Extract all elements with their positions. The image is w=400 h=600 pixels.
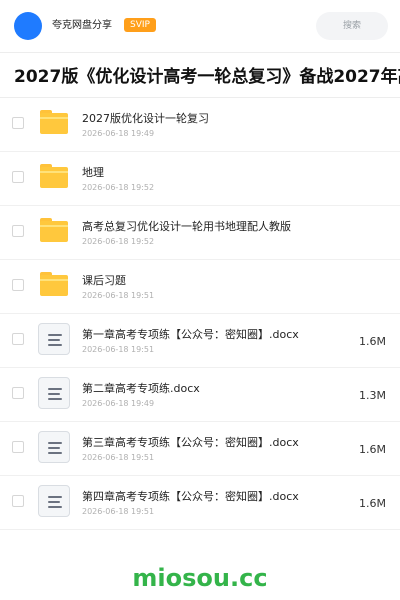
file-date: 2026-06-18 19:52 xyxy=(82,237,155,246)
file-row[interactable]: 第三章高考专项练【公众号：密知圈】.docx 2026-06-18 19:51 1.… xyxy=(0,422,400,476)
folder-row[interactable]: 地理 2026-06-18 19:52 xyxy=(0,152,400,206)
file-size: 1.6M xyxy=(359,335,386,348)
file-name: 第一章高考专项练【公众号：密知圈】.docx xyxy=(82,328,299,341)
file-name: 第四章高考专项练【公众号：密知圈】.docx xyxy=(82,490,299,503)
file-size: 1.6M xyxy=(359,443,386,456)
folder-icon xyxy=(40,218,68,242)
file-name: 地理 xyxy=(82,166,104,179)
select-checkbox[interactable] xyxy=(12,495,24,507)
file-size: 1.6M xyxy=(359,497,386,510)
file-date: 2026-06-18 19:51 xyxy=(82,345,155,354)
select-checkbox[interactable] xyxy=(12,279,24,291)
folder-icon xyxy=(40,164,68,188)
file-row[interactable]: 第二章高考专项练.docx 2026-06-18 19:49 1.3M xyxy=(0,368,400,422)
file-size: 1.3M xyxy=(359,389,386,402)
file-date: 2026-06-18 19:51 xyxy=(82,453,155,462)
file-name: 高考总复习优化设计一轮用书地理配人教版 xyxy=(82,220,291,233)
search-input[interactable]: 搜索 xyxy=(316,12,388,40)
top-bar: 夸克网盘分享 SVIP 搜索 xyxy=(0,0,400,52)
document-icon xyxy=(38,431,70,463)
select-checkbox[interactable] xyxy=(12,225,24,237)
search-placeholder: 搜索 xyxy=(342,21,361,31)
folder-icon xyxy=(40,272,68,296)
file-name: 第二章高考专项练.docx xyxy=(82,382,200,395)
file-date: 2026-06-18 19:49 xyxy=(82,129,155,138)
file-date: 2026-06-18 19:49 xyxy=(82,399,155,408)
avatar[interactable] xyxy=(14,12,42,40)
folder-row[interactable]: 高考总复习优化设计一轮用书地理配人教版 2026-06-18 19:52 xyxy=(0,206,400,260)
file-date: 2026-06-18 19:51 xyxy=(82,507,155,516)
page-title: 2027版《优化设计高考一轮总复习》备战2027年高考九科 xyxy=(14,67,400,87)
select-checkbox[interactable] xyxy=(12,171,24,183)
document-icon xyxy=(38,485,70,517)
select-checkbox[interactable] xyxy=(12,117,24,129)
folder-row[interactable]: 课后习题 2026-06-18 19:51 xyxy=(0,260,400,314)
select-checkbox[interactable] xyxy=(12,441,24,453)
document-icon xyxy=(38,323,70,355)
file-date: 2026-06-18 19:51 xyxy=(82,291,155,300)
svip-badge: SVIP xyxy=(124,18,156,32)
folder-icon xyxy=(40,110,68,134)
file-name: 2027版优化设计一轮复习 xyxy=(82,112,209,125)
file-row[interactable]: 第四章高考专项练【公众号：密知圈】.docx 2026-06-18 19:51 1.… xyxy=(0,476,400,530)
file-name: 课后习题 xyxy=(82,274,126,287)
document-icon xyxy=(38,377,70,409)
brand-name: 夸克网盘分享 xyxy=(52,20,112,31)
file-list: 2027版优化设计一轮复习 2026-06-18 19:49 地理 2026-06-1… xyxy=(0,98,400,530)
watermark-text: miosou.cc xyxy=(132,564,268,592)
file-name: 第三章高考专项练【公众号：密知圈】.docx xyxy=(82,436,299,449)
divider xyxy=(0,52,400,53)
file-date: 2026-06-18 19:52 xyxy=(82,183,155,192)
folder-row[interactable]: 2027版优化设计一轮复习 2026-06-18 19:49 xyxy=(0,98,400,152)
file-row[interactable]: 第一章高考专项练【公众号：密知圈】.docx 2026-06-18 19:51 1.… xyxy=(0,314,400,368)
select-checkbox[interactable] xyxy=(12,333,24,345)
select-checkbox[interactable] xyxy=(12,387,24,399)
